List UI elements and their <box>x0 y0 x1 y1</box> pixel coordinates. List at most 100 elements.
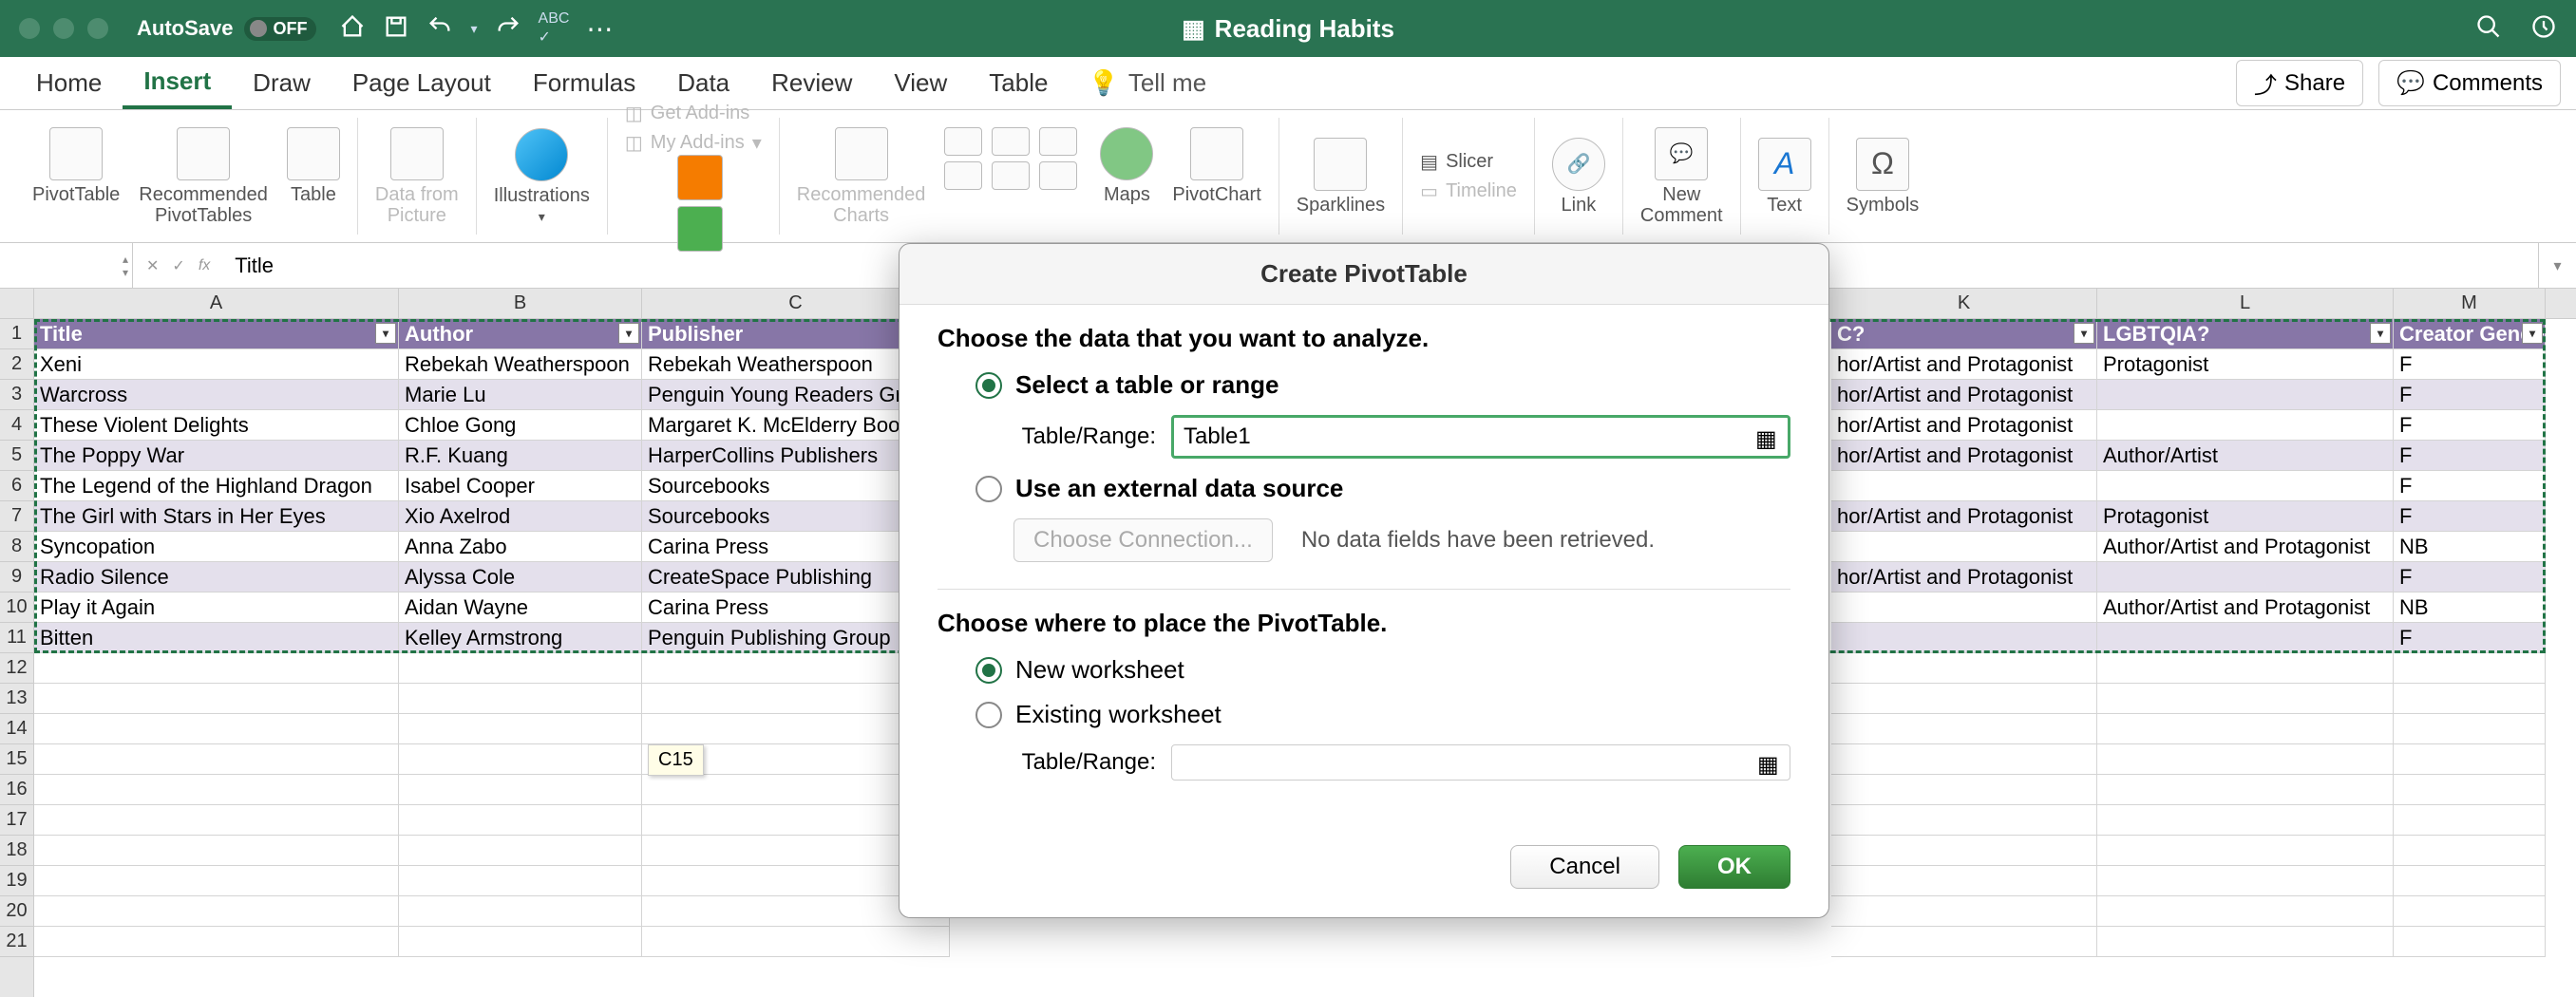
more-icon[interactable]: ⋯ <box>586 13 613 45</box>
slicer-button[interactable]: ▤Slicer <box>1420 150 1517 174</box>
filter-button-B[interactable]: ▾ <box>618 323 639 344</box>
cell[interactable]: Xeni <box>34 349 399 380</box>
cell[interactable]: Play it Again <box>34 593 399 623</box>
tab-view[interactable]: View <box>873 59 968 107</box>
cell[interactable] <box>642 927 950 957</box>
cell[interactable]: hor/Artist and Protagonist <box>1831 562 2097 593</box>
cell[interactable]: Bitten <box>34 623 399 653</box>
row-header-17[interactable]: 17 <box>0 805 33 836</box>
cell[interactable] <box>2394 805 2546 836</box>
cell[interactable] <box>34 653 399 684</box>
cell[interactable] <box>1831 866 2097 896</box>
scatter-chart-icon[interactable] <box>1039 161 1077 190</box>
row-header-13[interactable]: 13 <box>0 684 33 714</box>
cancel-formula-icon[interactable]: ✕ <box>146 256 159 275</box>
cell[interactable] <box>2394 836 2546 866</box>
cell[interactable]: F <box>2394 380 2546 410</box>
cell[interactable] <box>2394 744 2546 775</box>
cell[interactable]: F <box>2394 623 2546 653</box>
cell[interactable]: hor/Artist and Protagonist <box>1831 349 2097 380</box>
cell[interactable] <box>2394 714 2546 744</box>
cell[interactable] <box>34 927 399 957</box>
cell[interactable] <box>399 805 642 836</box>
tab-data[interactable]: Data <box>656 59 750 107</box>
existing-worksheet-radio[interactable]: Existing worksheet <box>938 700 1790 729</box>
redo-icon[interactable] <box>495 13 521 45</box>
cell[interactable] <box>2097 744 2394 775</box>
row-header-19[interactable]: 19 <box>0 866 33 896</box>
illustrations-button[interactable]: Illustrations▾ <box>494 128 590 224</box>
cell[interactable] <box>2097 623 2394 653</box>
cell[interactable] <box>2097 927 2394 957</box>
cell[interactable] <box>2394 775 2546 805</box>
cell[interactable]: F <box>2394 471 2546 501</box>
cell[interactable] <box>34 684 399 714</box>
cell[interactable]: Rebekah Weatherspoon <box>399 349 642 380</box>
cell[interactable] <box>2097 684 2394 714</box>
tell-me[interactable]: 💡 Tell me <box>1088 68 1206 98</box>
cell[interactable] <box>2097 866 2394 896</box>
cell[interactable] <box>1831 714 2097 744</box>
maps-button[interactable]: Maps <box>1100 127 1153 205</box>
cancel-button[interactable]: Cancel <box>1510 845 1659 889</box>
tab-review[interactable]: Review <box>750 59 873 107</box>
cell[interactable]: Author/Artist and Protagonist <box>2097 593 2394 623</box>
cell[interactable] <box>34 714 399 744</box>
cell[interactable] <box>399 653 642 684</box>
cell[interactable] <box>399 927 642 957</box>
row-header-5[interactable]: 5 <box>0 441 33 471</box>
cell[interactable] <box>2394 653 2546 684</box>
cell[interactable]: F <box>2394 441 2546 471</box>
row-header-2[interactable]: 2 <box>0 349 33 380</box>
cell[interactable]: F <box>2394 562 2546 593</box>
cell[interactable] <box>2394 866 2546 896</box>
share-button[interactable]: ⤴ Share <box>2236 60 2363 106</box>
cell[interactable] <box>34 744 399 775</box>
col-header-M[interactable]: M <box>2394 289 2546 318</box>
cell[interactable] <box>399 714 642 744</box>
cell[interactable]: R.F. Kuang <box>399 441 642 471</box>
autosave-toggle[interactable]: OFF <box>244 17 316 41</box>
cell[interactable]: Title▾ <box>34 319 399 349</box>
cell[interactable] <box>34 866 399 896</box>
row-header-6[interactable]: 6 <box>0 471 33 501</box>
cell[interactable] <box>34 896 399 927</box>
tab-formulas[interactable]: Formulas <box>512 59 656 107</box>
cell[interactable] <box>34 775 399 805</box>
cell[interactable] <box>399 896 642 927</box>
cell[interactable] <box>399 744 642 775</box>
cell[interactable]: hor/Artist and Protagonist <box>1831 410 2097 441</box>
bing-maps-icon[interactable] <box>677 206 723 252</box>
cell[interactable] <box>1831 744 2097 775</box>
place-range-picker-icon[interactable]: ▦ <box>1757 751 1780 774</box>
col-header-L[interactable]: L <box>2097 289 2394 318</box>
cell[interactable] <box>2097 775 2394 805</box>
row-header-14[interactable]: 14 <box>0 714 33 744</box>
row-header-10[interactable]: 10 <box>0 593 33 623</box>
ok-button[interactable]: OK <box>1678 845 1790 889</box>
cell[interactable] <box>2097 805 2394 836</box>
cell[interactable]: The Girl with Stars in Her Eyes <box>34 501 399 532</box>
filter-button-L[interactable]: ▾ <box>2370 323 2391 344</box>
cell[interactable] <box>2097 380 2394 410</box>
cell[interactable]: Radio Silence <box>34 562 399 593</box>
filter-button-M[interactable]: ▾ <box>2522 323 2543 344</box>
save-icon[interactable] <box>383 13 409 45</box>
cell[interactable] <box>1831 593 2097 623</box>
area-chart-icon[interactable] <box>992 161 1030 190</box>
cell[interactable]: Author/Artist <box>2097 441 2394 471</box>
cell[interactable]: hor/Artist and Protagonist <box>1831 501 2097 532</box>
cell[interactable]: Creator Gender▾ <box>2394 319 2546 349</box>
undo-dropdown-icon[interactable]: ▾ <box>470 21 477 37</box>
undo-icon[interactable] <box>426 13 453 45</box>
place-range-input[interactable]: ▦ <box>1171 744 1790 781</box>
cell[interactable]: Protagonist <box>2097 349 2394 380</box>
tab-insert[interactable]: Insert <box>123 57 232 109</box>
cell[interactable] <box>399 684 642 714</box>
sparklines-button[interactable]: Sparklines <box>1297 138 1385 216</box>
text-button[interactable]: AText <box>1758 138 1811 216</box>
history-icon[interactable] <box>2530 13 2557 45</box>
col-header-B[interactable]: B <box>399 289 642 318</box>
cell[interactable] <box>1831 805 2097 836</box>
cell[interactable] <box>2097 471 2394 501</box>
